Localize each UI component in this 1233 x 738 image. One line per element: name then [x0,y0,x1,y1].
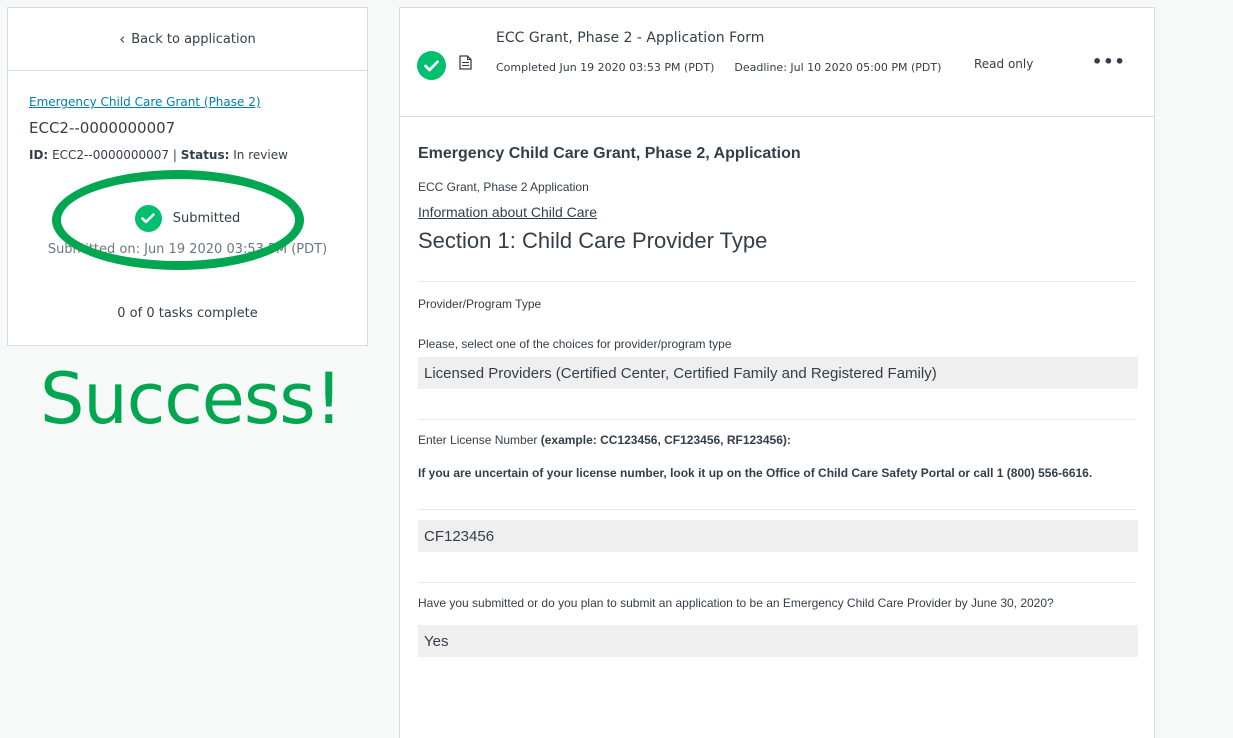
form-subtitle: ECC Grant, Phase 2 Application [418,180,589,194]
deadline-date: Deadline: Jul 10 2020 05:00 PM (PDT) [734,61,942,74]
application-summary-card: ‹ Back to application Emergency Child Ca… [7,7,368,346]
form-header-meta: Completed Jun 19 2020 03:53 PM (PDT) Dead… [496,57,966,79]
divider [418,509,1136,510]
chevron-left-icon: ‹ [119,29,126,48]
divider [418,582,1136,583]
license-help: If you are uncertain of your license num… [418,466,1093,480]
provider-type-answer: Licensed Providers (Certified Center, Ce… [418,357,1138,389]
back-to-application-link[interactable]: ‹ Back to application [8,8,367,71]
info-child-care-link[interactable]: Information about Child Care [418,204,597,220]
ecc-provider-answer: Yes [418,625,1138,657]
submitted-label: Submitted [172,211,241,226]
provider-type-label: Provider/Program Type [418,297,542,311]
success-annotation: Success! [40,358,343,440]
more-options-button[interactable]: ••• [1092,52,1126,71]
license-question: Enter License Number (example: CC123456,… [418,430,1136,450]
ecc-provider-question: Have you submitted or do you plan to sub… [418,596,1054,610]
application-number: ECC2--0000000007 [29,119,176,137]
tasks-complete: 0 of 0 tasks complete [117,306,258,321]
form-header: ECC Grant, Phase 2 - Application Form Co… [400,8,1154,117]
read-only-badge: Read only [974,57,1034,71]
id-label: ID: [29,148,49,162]
status-value: In review [233,148,288,162]
divider [418,419,1136,420]
submitted-on-date: Submitted on: Jun 19 2020 03:53 PM (PDT) [47,242,328,257]
form-panel: ECC Grant, Phase 2 - Application Form Co… [399,7,1155,738]
submitted-status: Submitted [29,205,346,232]
grant-program-link[interactable]: Emergency Child Care Grant (Phase 2) [29,95,261,109]
form-body: Emergency Child Care Grant, Phase 2, App… [400,145,1154,657]
status-label: Status: [180,148,230,162]
license-example: (example: CC123456, CF123456, RF123456): [540,433,791,447]
completed-date: Completed Jun 19 2020 03:53 PM (PDT) [496,61,715,74]
id-status-line: ID: ECC2--0000000007 | Status: In review [29,148,288,162]
check-icon [134,205,162,232]
section-title: Section 1: Child Care Provider Type [418,228,768,253]
form-title: Emergency Child Care Grant, Phase 2, App… [418,145,801,162]
document-icon [459,55,472,74]
completed-check-icon [417,51,446,80]
form-header-title: ECC Grant, Phase 2 - Application Form [496,30,765,46]
back-label: Back to application [131,31,256,47]
license-question-label: Enter License Number [418,433,538,447]
license-answer: CF123456 [418,520,1138,552]
divider [418,281,1136,282]
provider-select-question: Please, select one of the choices for pr… [418,337,732,351]
id-value: ECC2--0000000007 [52,148,170,162]
